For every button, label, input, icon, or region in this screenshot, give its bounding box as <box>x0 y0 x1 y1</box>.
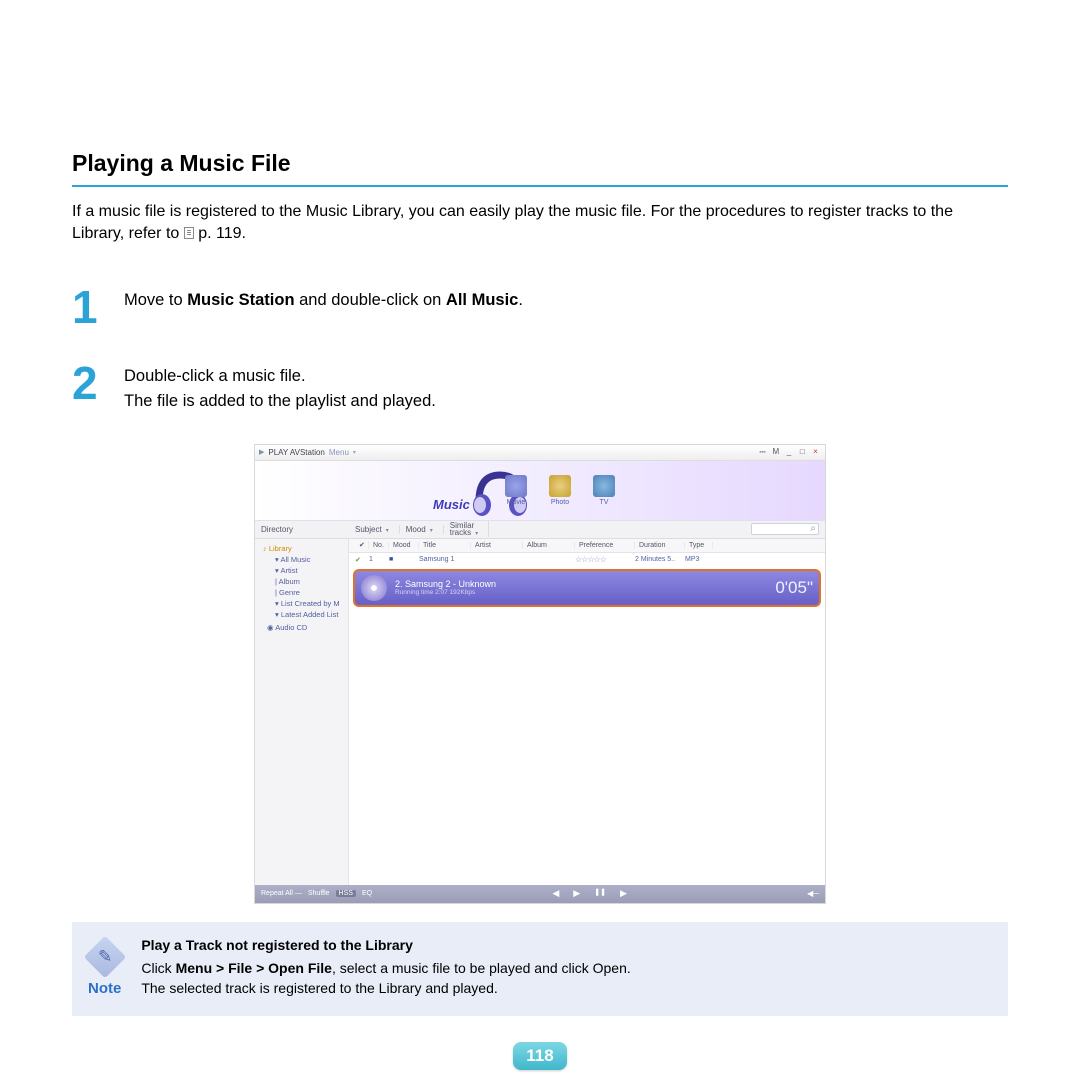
track-row-1[interactable]: ✔ 1 ■ Samsung 1 ☆☆☆☆☆ 2 Minutes 5.. MP3 <box>349 553 825 567</box>
col-mood[interactable]: Mood <box>389 542 419 549</box>
list-header: ✔ No. Mood Title Artist Album Preference… <box>349 539 825 553</box>
sidebar-latest-added[interactable]: ▾ Latest Added List <box>255 609 348 620</box>
maximize-button[interactable]: □ <box>797 447 808 456</box>
note-body: Play a Track not registered to the Libra… <box>141 936 630 999</box>
note-icon: ✎ <box>83 935 125 977</box>
page-ref-icon <box>184 227 194 239</box>
filter-mood[interactable]: Mood <box>400 525 444 534</box>
note-label: Note <box>88 980 121 997</box>
intro-paragraph: If a music file is registered to the Mus… <box>72 201 1008 244</box>
step-1: 1 Move to Music Station and double-click… <box>72 284 1008 330</box>
nav-photo[interactable]: Photo <box>545 475 575 506</box>
sidebar-audio-cd[interactable]: ◉ Audio CD <box>255 622 348 633</box>
sidebar: ♪ Library ▾ All Music ▾ Artist | Album |… <box>255 539 349 885</box>
play-button[interactable]: ▶ <box>573 888 580 899</box>
tv-icon <box>593 475 615 497</box>
play-glyph-icon: ▶ <box>259 448 264 456</box>
win-btn-a[interactable]: ⎓ <box>757 447 768 457</box>
win-btn-b[interactable]: M <box>770 447 781 456</box>
sidebar-artist[interactable]: ▾ Artist <box>255 565 348 576</box>
menu-button[interactable]: Menu <box>329 448 349 457</box>
hss-button[interactable]: HSS <box>336 890 356 897</box>
col-check[interactable]: ✔ <box>355 541 369 549</box>
col-album[interactable]: Album <box>523 542 575 549</box>
photo-icon <box>549 475 571 497</box>
pause-button[interactable]: ❚❚ <box>594 888 606 899</box>
note-title: Play a Track not registered to the Libra… <box>141 936 630 956</box>
sidebar-album[interactable]: | Album <box>255 576 348 587</box>
heading-divider <box>72 185 1008 187</box>
app-banner: Music Movie Photo TV <box>255 461 825 521</box>
col-type[interactable]: Type <box>685 542 713 549</box>
page-number: 118 <box>513 1042 567 1070</box>
now-playing-time: 0'05" <box>775 578 813 598</box>
col-title[interactable]: Title <box>419 542 471 549</box>
note-box: ✎ Note Play a Track not registered to th… <box>72 922 1008 1017</box>
search-input[interactable] <box>751 523 819 535</box>
prev-button[interactable]: ◀ <box>552 888 559 899</box>
app-titlebar: ▶ PLAY AVStation Menu ▾ ⎓ M _ □ × <box>255 445 825 461</box>
app-title: PLAY AVStation <box>268 448 324 457</box>
window-controls: ⎓ M _ □ × <box>757 447 821 457</box>
minimize-button[interactable]: _ <box>784 447 795 456</box>
menu-chevron-icon[interactable]: ▾ <box>353 449 356 456</box>
disc-icon <box>361 575 387 601</box>
now-playing-row[interactable]: 2. Samsung 2 - Unknown Running time 2:07… <box>353 569 821 607</box>
repeat-toggle[interactable]: Repeat All — <box>261 890 302 897</box>
app-screenshot: ▶ PLAY AVStation Menu ▾ ⎓ M _ □ × Music … <box>254 444 826 904</box>
shuffle-toggle[interactable]: Shuffle <box>308 890 330 897</box>
movie-icon <box>505 475 527 497</box>
now-playing-subtitle: Running time 2:07 192Kbps <box>395 589 775 596</box>
next-button[interactable]: ▶ <box>620 888 627 899</box>
sidebar-all-music[interactable]: ▾ All Music <box>255 554 348 565</box>
step-1-number: 1 <box>72 284 106 330</box>
col-duration[interactable]: Duration <box>635 542 685 549</box>
volume-control[interactable]: ◀─ <box>807 889 819 898</box>
col-no[interactable]: No. <box>369 542 389 549</box>
sidebar-genre[interactable]: | Genre <box>255 587 348 598</box>
filter-subject[interactable]: Subject <box>349 525 400 534</box>
filter-bar: Directory Subject Mood Similar tracks <box>255 521 825 539</box>
track-list: ✔ No. Mood Title Artist Album Preference… <box>349 539 825 885</box>
nav-tv[interactable]: TV <box>589 475 619 506</box>
directory-label: Directory <box>255 525 349 534</box>
music-section-label: Music <box>433 497 470 512</box>
col-artist[interactable]: Artist <box>471 542 523 549</box>
sidebar-library[interactable]: ♪ Library <box>255 543 348 554</box>
eq-button[interactable]: EQ <box>362 890 372 897</box>
filter-similar[interactable]: Similar tracks <box>444 521 489 538</box>
section-heading: Playing a Music File <box>72 150 1008 177</box>
nav-movie[interactable]: Movie <box>501 475 531 506</box>
playback-bar: Repeat All — Shuffle HSS EQ ◀ ▶ ❚❚ ▶ ◀─ <box>255 885 825 903</box>
now-playing-title: 2. Samsung 2 - Unknown <box>395 579 775 589</box>
col-preference[interactable]: Preference <box>575 542 635 549</box>
sidebar-list-created[interactable]: ▾ List Created by M <box>255 598 348 609</box>
step-2-number: 2 <box>72 360 106 414</box>
step-2: 2 Double-click a music file. The file is… <box>72 360 1008 414</box>
close-button[interactable]: × <box>810 447 821 456</box>
